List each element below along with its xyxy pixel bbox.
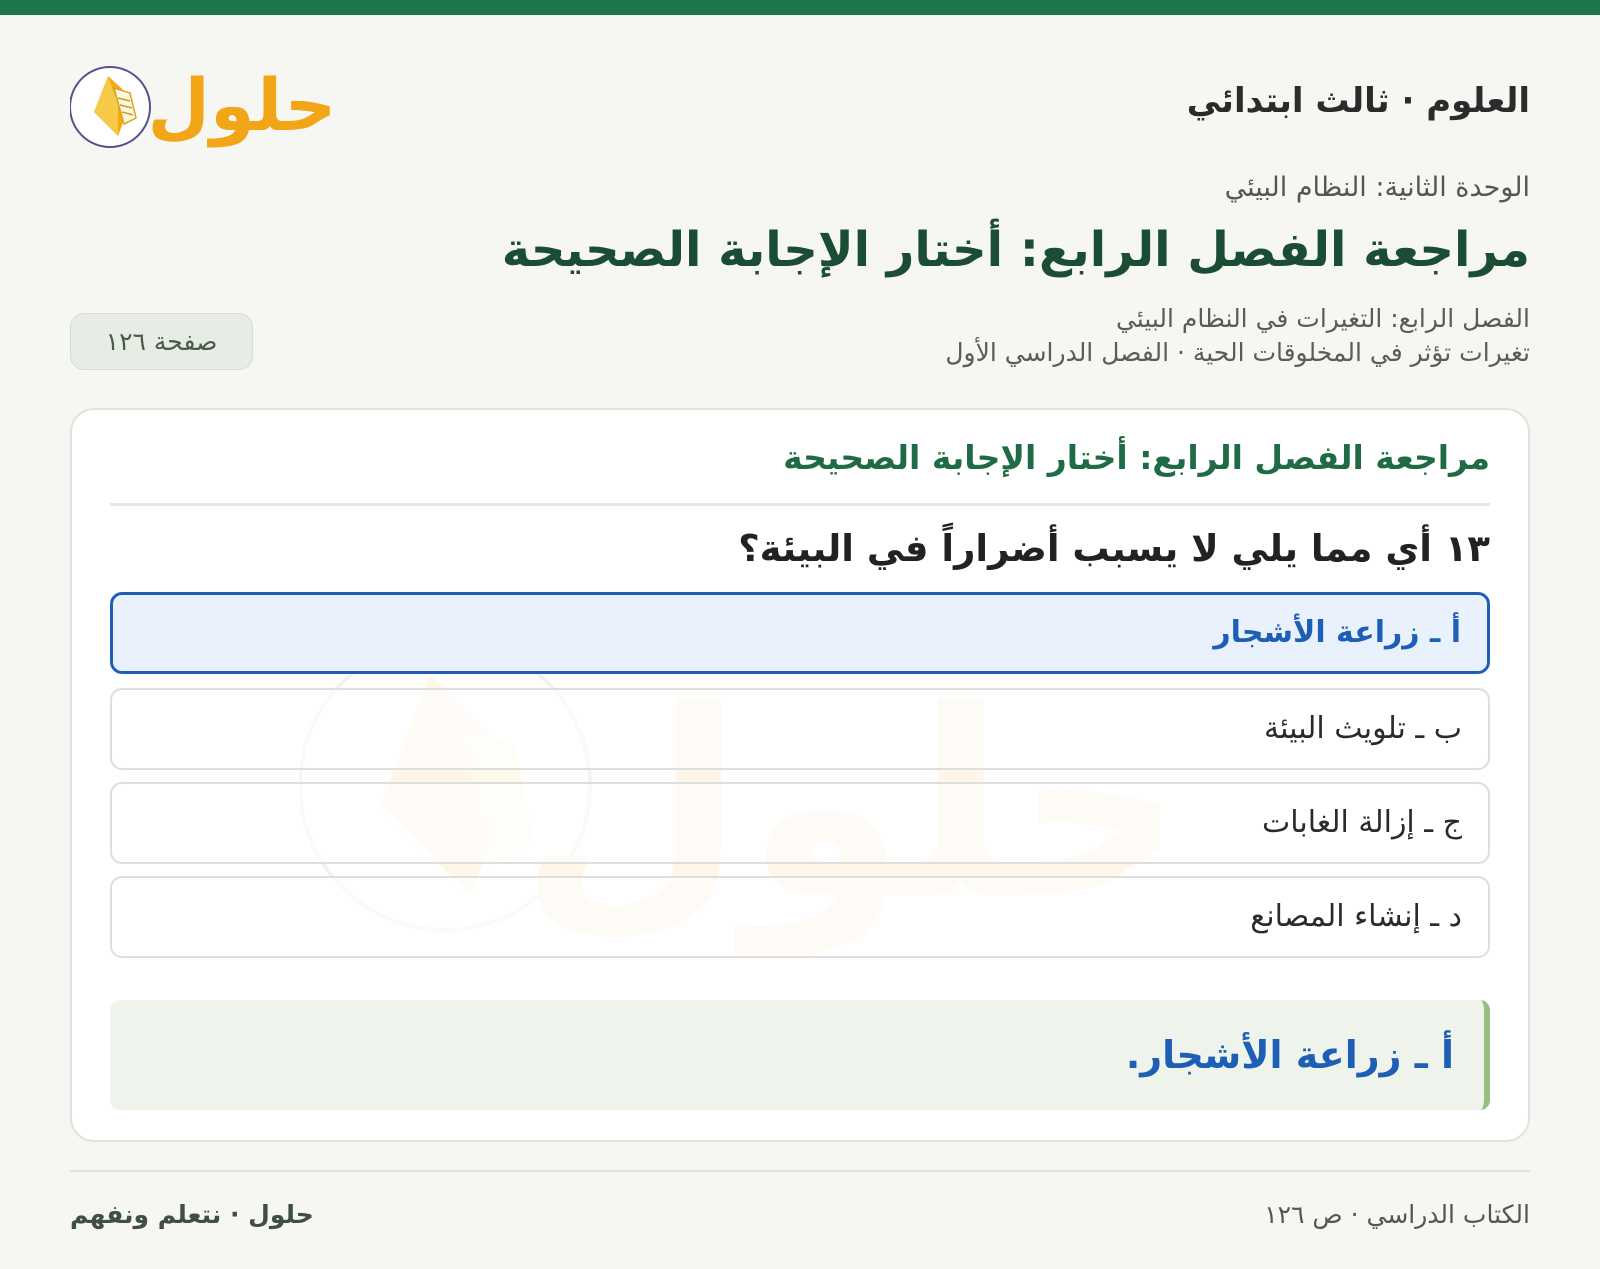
lesson-semester: تغيرات تؤثر في المخلوقات الحية · الفصل ا… (945, 338, 1530, 367)
correct-answer-box: أ ـ زراعة الأشجار. (110, 1000, 1490, 1110)
option-a[interactable]: أ ـ زراعة الأشجار (110, 592, 1490, 674)
footer-book-page: الكتاب الدراسي · ص ١٢٦ (1264, 1200, 1530, 1229)
subject-grade: العلوم · ثالث ابتدائي (1186, 81, 1530, 121)
chapter-title: الفصل الرابع: التغيرات في النظام البيئي (1115, 304, 1530, 333)
logo-text: حلول (148, 63, 330, 148)
footer-divider (70, 1170, 1530, 1172)
unit-label: الوحدة الثانية: النظام البيئي (1224, 172, 1530, 203)
chapter-info: الفصل الرابع: التغيرات في النظام البيئي … (945, 302, 1530, 370)
option-c[interactable]: ج ـ إزالة الغابات (110, 782, 1490, 864)
question-text: ١٣ أي مما يلي لا يسبب أضراراً في البيئة؟ (738, 527, 1490, 570)
page-number-badge: صفحة ١٢٦ (70, 313, 253, 370)
hulul-logo: حلول (70, 63, 330, 148)
option-b[interactable]: ب ـ تلويث البيئة (110, 688, 1490, 770)
page-title: مراجعة الفصل الرابع: أختار الإجابة الصحي… (501, 222, 1530, 278)
footer-brand-slogan: حلول · نتعلم ونفهم (70, 1200, 314, 1229)
top-accent-bar (0, 0, 1600, 15)
question-card: حلول مراجعة الفصل الرابع: أختار الإجابة … (70, 408, 1530, 1142)
header: العلوم · ثالث ابتدائي حلول (70, 46, 1530, 156)
option-d[interactable]: د ـ إنشاء المصانع (110, 876, 1490, 958)
card-title: مراجعة الفصل الرابع: أختار الإجابة الصحي… (110, 438, 1490, 506)
